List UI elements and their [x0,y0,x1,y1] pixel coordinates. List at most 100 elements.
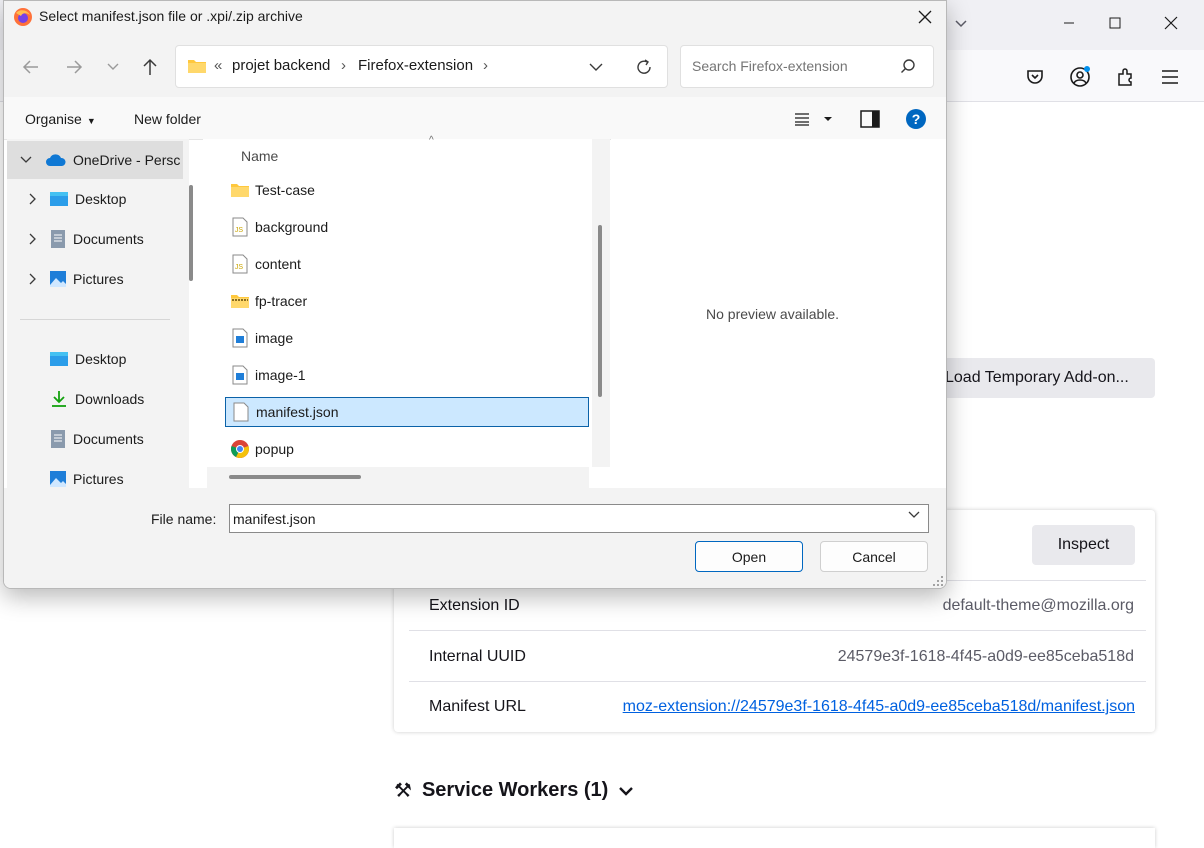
file-name: content [255,256,301,272]
pictures-icon [49,470,67,488]
file-name: fp-tracer [255,293,308,309]
quick-access-documents[interactable]: Documents 📌︎ [7,420,189,458]
quick-access-desktop[interactable]: Desktop 📌︎ [7,340,189,378]
onedrive-icon [45,153,67,167]
file-icon [226,402,256,422]
resize-grip-icon[interactable] [932,575,944,587]
sidebar-scrollbar[interactable] [189,185,193,281]
cancel-button[interactable]: Cancel [820,541,928,572]
svg-text:JS: JS [235,227,244,234]
maximize-icon[interactable] [1092,0,1138,46]
file-name-label: File name: [151,511,217,527]
folder-icon [187,58,207,74]
recent-locations-chevron-icon[interactable] [98,52,128,82]
file-row-popup[interactable]: popup [225,434,589,464]
file-name: image-1 [255,367,306,383]
chevron-right-icon[interactable] [17,273,49,285]
internal-uuid-label: Internal UUID [429,648,526,665]
downloads-icon [49,390,69,408]
firefox-logo-icon [13,7,33,27]
chevron-right-icon[interactable] [17,233,49,245]
preview-pane-toggle-icon[interactable] [860,110,880,128]
file-row-test-case[interactable]: Test-case [225,175,589,205]
pictures-icon [49,270,67,288]
file-row-image-1[interactable]: image-1 [225,360,589,390]
address-dropdown-chevron-icon[interactable] [581,52,611,82]
sidebar-item-onedrive[interactable]: OneDrive - Persc [7,141,183,179]
sidebar-item-documents[interactable]: Documents [7,220,189,258]
file-name: popup [255,441,294,457]
manifest-url-link[interactable]: moz-extension://24579e3f-1618-4f45-a0d9-… [623,698,1135,716]
image-file-icon [225,328,255,348]
file-name: background [255,219,329,235]
dialog-footer [4,488,946,588]
file-row-background[interactable]: JS background [225,212,589,242]
pocket-icon[interactable] [1021,63,1049,91]
file-name: manifest.json [256,404,339,420]
sidebar-item-pictures[interactable]: Pictures [7,260,189,298]
column-header-name[interactable]: Name [241,148,278,164]
dialog-title: Select manifest.json file or .xpi/.zip a… [39,8,303,24]
file-list-vscrollbar[interactable] [598,225,602,397]
sidebar-item-label: Pictures [73,471,124,487]
file-row-content[interactable]: JS content [225,249,589,279]
forward-arrow-icon[interactable] [59,52,89,82]
search-icon[interactable] [900,58,916,74]
quick-access-pictures[interactable]: Pictures 📌︎ [7,460,189,488]
close-window-icon[interactable] [1148,0,1194,46]
file-row-manifest-json[interactable]: manifest.json [225,397,589,427]
load-temporary-addon-button[interactable]: Load Temporary Add-on... [930,358,1155,398]
breadcrumb-item-firefox-extension[interactable]: Firefox-extension [358,57,473,74]
extensions-icon[interactable] [1111,63,1139,91]
no-preview-text: No preview available. [706,306,840,322]
breadcrumb-item-projet-backend[interactable]: projet backend [232,57,330,74]
new-folder-button[interactable]: New folder [134,111,201,127]
svg-text:JS: JS [235,264,244,271]
view-options-icon[interactable] [794,112,834,126]
sort-ascending-icon: ^ [429,135,434,146]
up-arrow-icon[interactable] [135,52,165,82]
refresh-icon[interactable] [629,52,659,82]
folder-icon [225,182,255,198]
js-file-icon: JS [225,254,255,274]
hammer-pick-icon: ⚒ [394,780,412,802]
navigation-pane: OneDrive - Persc Desktop Documents Pictu… [7,139,189,488]
sidebar-item-label: Pictures [73,271,124,287]
organise-menu-button[interactable]: Organise ▼ [25,111,96,127]
internal-uuid-value: 24579e3f-1618-4f45-a0d9-ee85ceba518d [837,648,1134,665]
chevron-right-icon[interactable] [17,193,49,205]
service-workers-heading[interactable]: ⚒ Service Workers (1) [394,778,634,803]
help-icon[interactable]: ? [905,108,927,130]
file-list-hscrollbar[interactable] [229,475,361,479]
file-open-dialog: Select manifest.json file or .xpi/.zip a… [3,0,947,589]
menu-icon[interactable] [1156,63,1184,91]
sidebar-item-label: Documents [73,231,144,247]
file-name-dropdown-chevron-icon[interactable] [908,511,920,519]
back-arrow-icon[interactable] [16,52,46,82]
sidebar-item-label: Desktop [75,191,127,207]
desktop-icon [49,191,69,207]
service-workers-title: Service Workers (1) [421,779,609,801]
sidebar-item-label: Desktop [75,351,127,367]
breadcrumb-separator-icon[interactable]: › [341,57,346,74]
minimize-icon[interactable] [1046,0,1092,46]
sidebar-divider [20,319,170,320]
quick-access-downloads[interactable]: Downloads 📌︎ [7,380,189,418]
svg-text:?: ? [912,111,921,127]
file-name-input[interactable]: manifest.json [229,504,929,533]
sidebar-item-desktop[interactable]: Desktop [7,180,189,218]
inspect-button[interactable]: Inspect [1032,525,1135,565]
chrome-icon [225,439,255,459]
dialog-close-icon[interactable] [910,3,940,31]
open-button[interactable]: Open [695,541,803,572]
file-row-image[interactable]: image [225,323,589,353]
sidebar-item-label: Documents [73,431,144,447]
breadcrumb-separator-icon[interactable]: › [483,57,488,74]
documents-icon [49,429,67,449]
chevron-down-icon[interactable] [7,156,45,164]
file-row-fp-tracer[interactable]: fp-tracer [225,286,589,316]
search-input[interactable] [690,57,884,75]
account-icon[interactable] [1066,63,1094,91]
breadcrumb-overflow[interactable]: « [214,57,222,74]
service-worker-card [394,828,1155,848]
